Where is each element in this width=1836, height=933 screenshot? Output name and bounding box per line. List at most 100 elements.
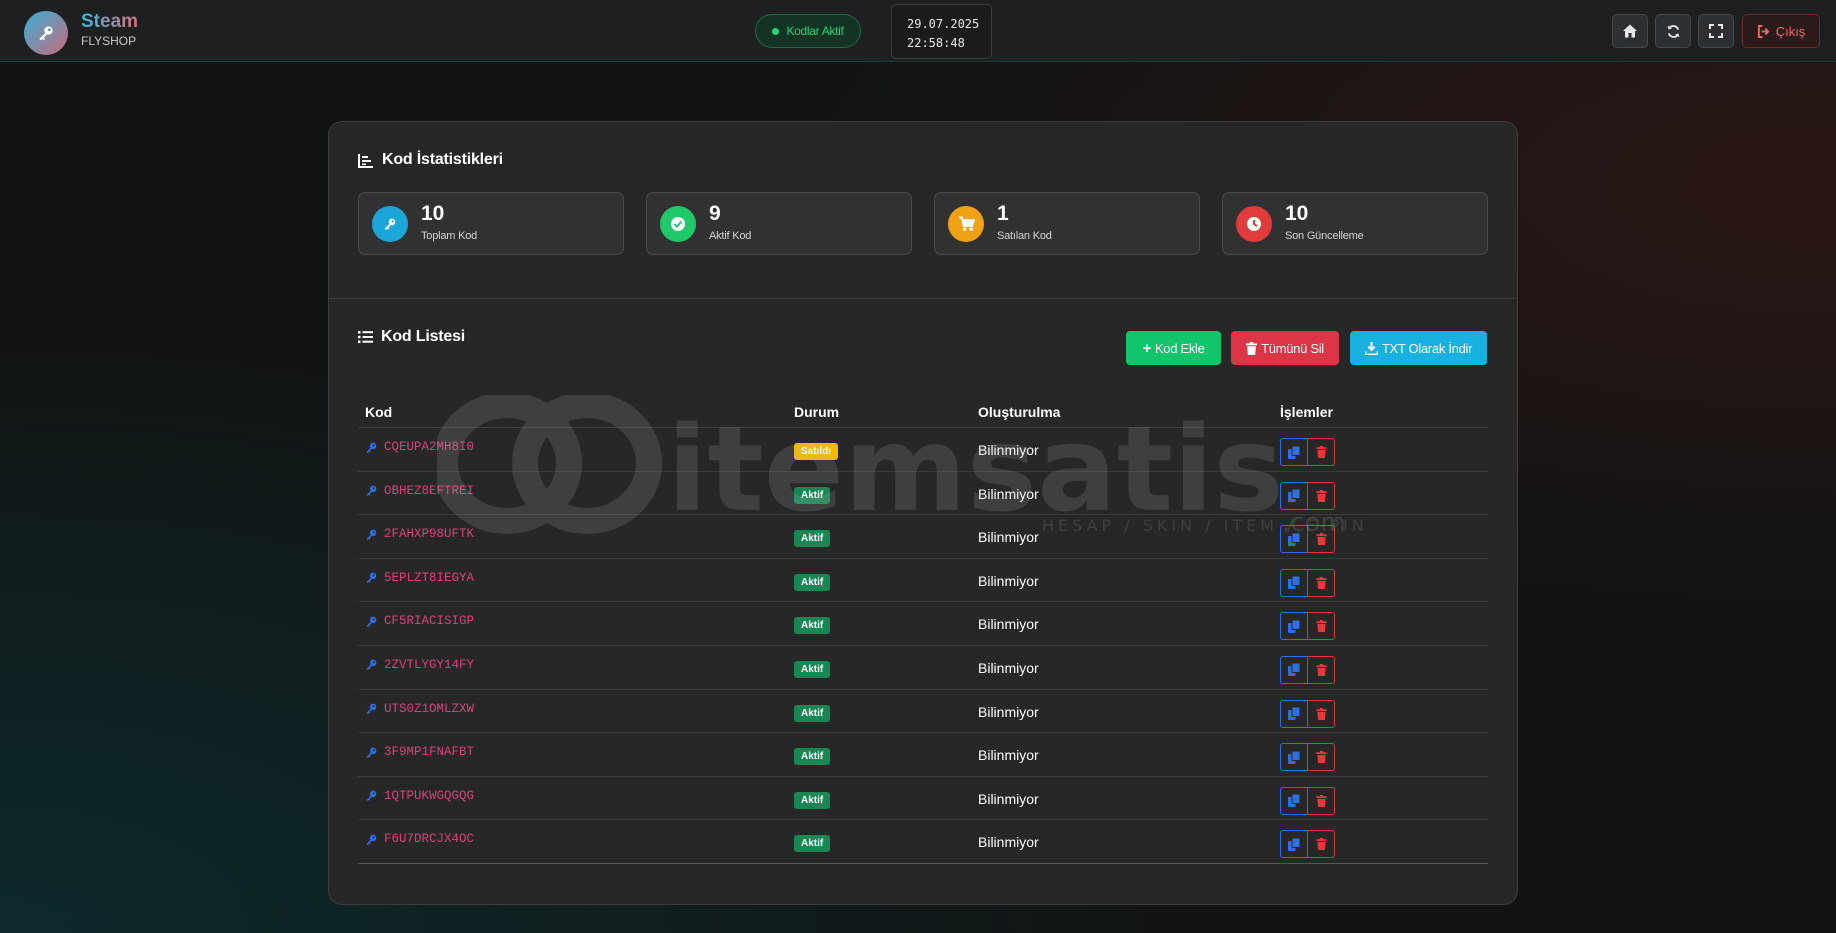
created-cell: Bilinmiyor (978, 834, 1039, 851)
list-title: Kod Listesi (381, 328, 466, 345)
code-text[interactable]: UTS0Z1OMLZXW (384, 702, 474, 716)
trash-icon (1315, 533, 1327, 546)
key-icon (366, 442, 377, 453)
column-created: Oluşturulma (978, 404, 1061, 420)
refresh-icon (1666, 24, 1680, 38)
copy-button[interactable] (1280, 525, 1308, 554)
cart-icon (948, 206, 984, 242)
home-button[interactable] (1612, 14, 1648, 48)
copy-icon (1288, 794, 1300, 808)
code-text[interactable]: CF5RIACISIGP (384, 614, 474, 628)
code-text[interactable]: OBHEZ8EFTREI (384, 484, 474, 498)
table-row: 1QTPUKWGQGQG Aktif Bilinmiyor (358, 777, 1488, 821)
status-badge: Aktif (794, 573, 831, 591)
download-txt-label: TXT Olarak İndir (1381, 340, 1473, 356)
trash-icon (1315, 794, 1327, 807)
logout-label: Çıkış (1775, 23, 1806, 39)
copy-button[interactable] (1280, 699, 1308, 728)
delete-all-button[interactable]: Tümünü Sil (1231, 331, 1339, 365)
code-text[interactable]: 2FAHXP98UFTK (384, 527, 474, 541)
copy-icon (1288, 663, 1300, 677)
logout-button[interactable]: Çıkış (1742, 14, 1820, 48)
code-cell: OBHEZ8EFTREI (365, 484, 474, 498)
trash-icon (1315, 446, 1327, 458)
table-row: OBHEZ8EFTREI Aktif Bilinmiyor (358, 472, 1488, 516)
delete-button[interactable] (1307, 438, 1335, 466)
trash-icon (1315, 838, 1327, 851)
code-cell: 5EPLZT8IEGYA (365, 571, 474, 585)
code-cell: 2ZVTLYGY14FY (365, 658, 474, 672)
code-text[interactable]: 1QTPUKWGQGQG (384, 789, 474, 803)
table-row: 5EPLZT8IEGYA Aktif Bilinmiyor (358, 559, 1488, 603)
table-row: F6U7DRCJX4OC Aktif Bilinmiyor (358, 820, 1488, 864)
chart-icon (358, 153, 373, 168)
stat-label: Satılan Kod (997, 230, 1052, 242)
key-icon (366, 790, 377, 802)
stat-label: Son Güncelleme (1285, 230, 1364, 242)
copy-button[interactable] (1280, 655, 1308, 684)
stat-card-total: 10 Toplam Kod (358, 192, 624, 255)
status-badge: Satıldı (794, 443, 839, 460)
delete-button[interactable] (1307, 481, 1335, 510)
code-text[interactable]: 2ZVTLYGY14FY (384, 658, 474, 672)
delete-button[interactable] (1307, 786, 1335, 815)
fullscreen-icon (1709, 24, 1723, 38)
table-body: CQEUPA2MH8I0 Satıldı Bilinmiyor OBHEZ8EF… (358, 428, 1488, 864)
code-text[interactable]: 5EPLZT8IEGYA (384, 571, 474, 585)
copy-button[interactable] (1280, 438, 1308, 466)
delete-button[interactable] (1307, 743, 1335, 772)
copy-icon (1288, 707, 1300, 721)
row-actions (1280, 568, 1335, 597)
code-text[interactable]: 3F9MP1FNAFBT (384, 745, 474, 759)
code-cell: 2FAHXP98UFTK (365, 527, 474, 541)
row-actions (1280, 612, 1335, 641)
copy-button[interactable] (1280, 568, 1308, 597)
code-cell: 1QTPUKWGQGQG (365, 789, 474, 803)
trash-icon (1315, 663, 1327, 676)
copy-button[interactable] (1280, 481, 1308, 510)
refresh-button[interactable] (1655, 14, 1691, 48)
delete-button[interactable] (1307, 612, 1335, 641)
table-header: Kod Durum Oluşturulma İşlemler (358, 392, 1488, 428)
status-dot-icon (772, 27, 780, 35)
delete-button[interactable] (1307, 568, 1335, 597)
stat-card-updated: 10 Son Güncelleme (1222, 192, 1488, 255)
brand-subtitle: FLYSHOP (81, 34, 137, 48)
download-txt-button[interactable]: TXT Olarak İndir (1350, 331, 1487, 365)
created-cell: Bilinmiyor (978, 616, 1039, 633)
download-icon (1364, 341, 1378, 355)
delete-button[interactable] (1307, 655, 1335, 684)
copy-button[interactable] (1280, 612, 1308, 641)
fullscreen-button[interactable] (1698, 14, 1734, 48)
status-badge: Aktif (794, 660, 831, 678)
column-actions: İşlemler (1280, 404, 1333, 420)
status-badge: Aktif (794, 486, 831, 504)
code-text[interactable]: CQEUPA2MH8I0 (384, 440, 474, 454)
copy-icon (1288, 837, 1300, 851)
clock: 29.07.2025 22:58:48 (891, 4, 992, 59)
copy-icon (1288, 750, 1300, 764)
row-actions (1280, 655, 1335, 684)
stats-heading: Kod İstatistikleri (358, 151, 503, 169)
code-text[interactable]: F6U7DRCJX4OC (384, 832, 474, 846)
logo (24, 11, 68, 55)
code-cell: UTS0Z1OMLZXW (365, 702, 474, 716)
copy-button[interactable] (1280, 743, 1308, 772)
delete-button[interactable] (1307, 699, 1335, 728)
created-cell: Bilinmiyor (978, 747, 1039, 764)
created-cell: Bilinmiyor (978, 529, 1039, 546)
row-actions (1280, 481, 1335, 510)
trash-icon (1315, 489, 1327, 502)
table-row: UTS0Z1OMLZXW Aktif Bilinmiyor (358, 690, 1488, 734)
delete-button[interactable] (1307, 525, 1335, 554)
copy-button[interactable] (1280, 786, 1308, 815)
table-row: 2FAHXP98UFTK Aktif Bilinmiyor (358, 515, 1488, 559)
key-icon (39, 26, 53, 41)
copy-button[interactable] (1280, 830, 1308, 859)
status-badge: Kodlar Aktif (755, 14, 861, 48)
main-card: Kod İstatistikleri 10 Toplam Kod 9 Aktif… (328, 121, 1518, 905)
delete-button[interactable] (1307, 830, 1335, 859)
add-code-button[interactable]: + Kod Ekle (1126, 331, 1221, 365)
copy-icon (1288, 619, 1300, 633)
row-actions (1280, 525, 1335, 554)
